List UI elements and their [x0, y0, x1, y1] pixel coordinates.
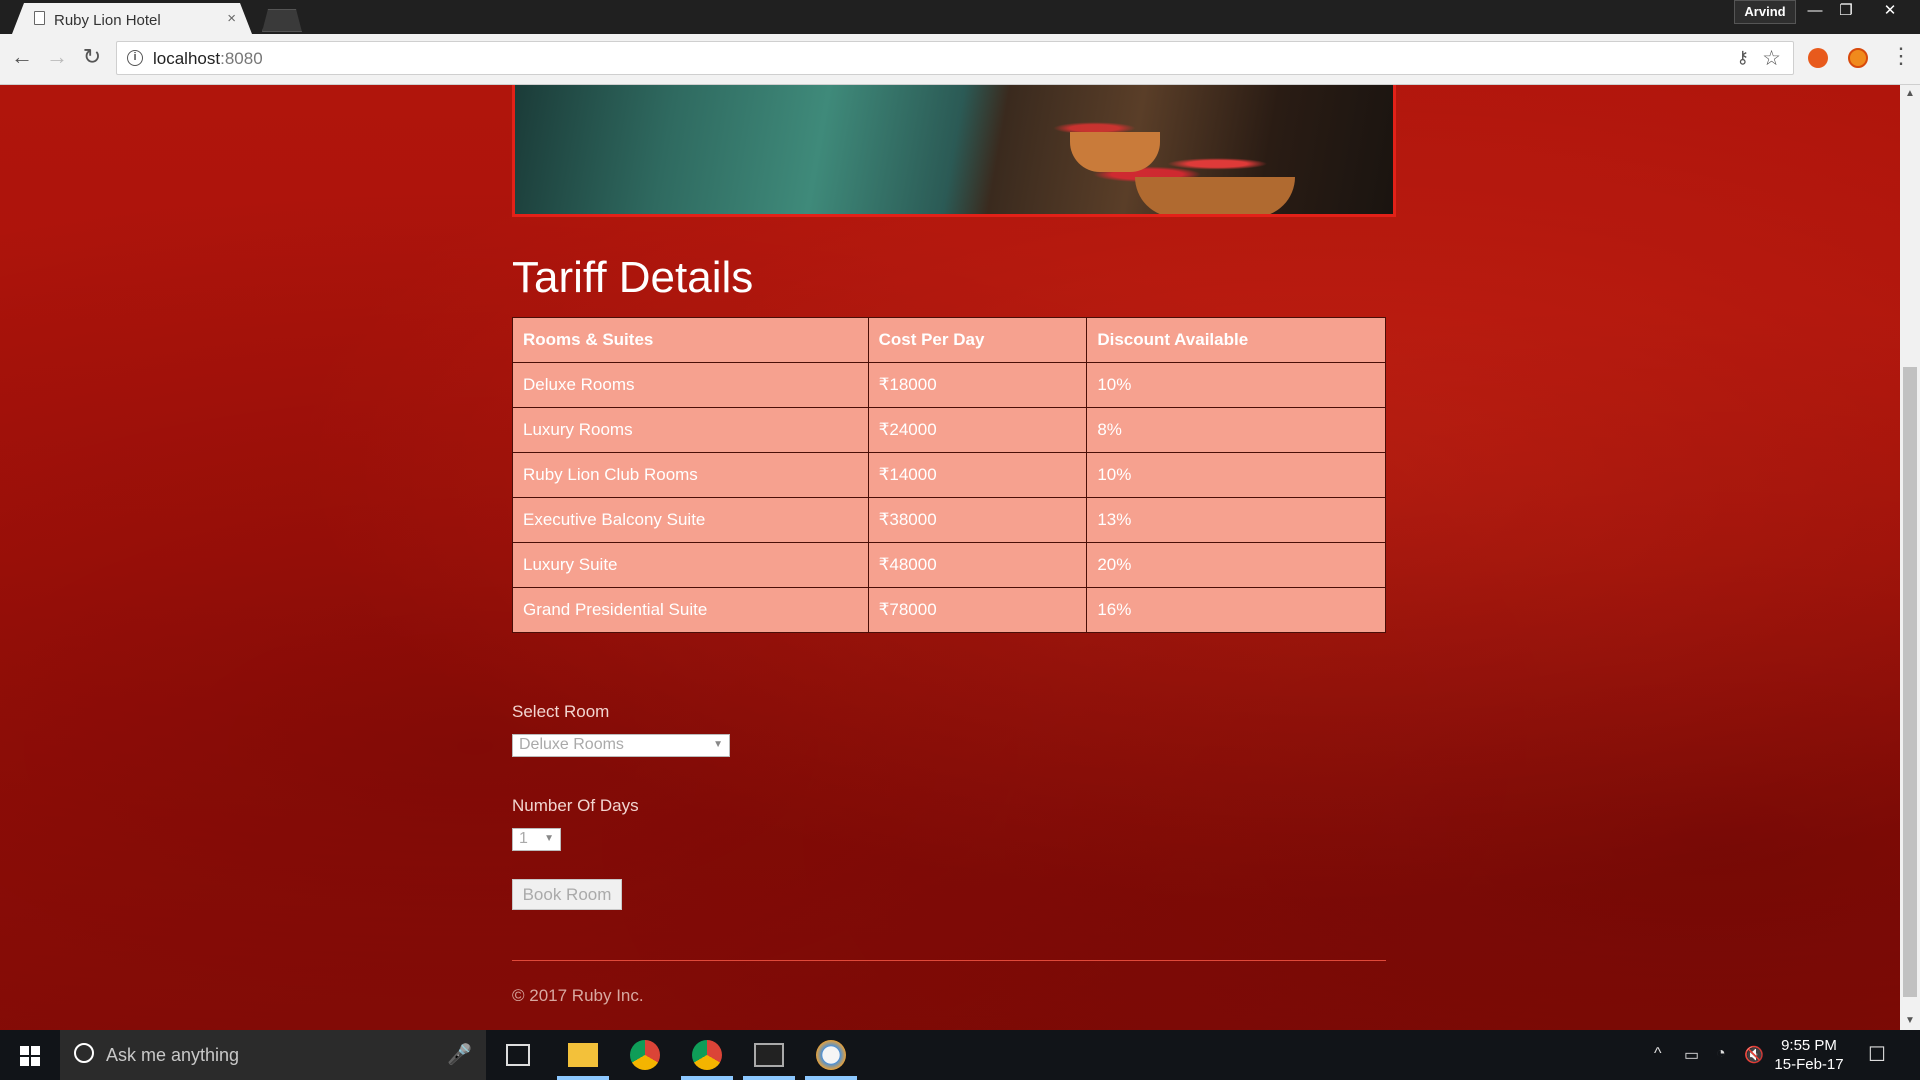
cost-cell: ₹48000 [867, 542, 1088, 588]
discount-cell: 16% [1086, 587, 1386, 633]
discount-cell: 20% [1086, 542, 1386, 588]
discount-cell: 8% [1086, 407, 1386, 453]
password-key-icon[interactable]: ⚷ [1737, 48, 1749, 68]
scroll-up-icon[interactable]: ▲ [1905, 88, 1915, 99]
bookmark-star-icon[interactable]: ☆ [1762, 46, 1781, 71]
discount-cell: 10% [1086, 362, 1386, 408]
page-icon [34, 11, 45, 25]
forward-arrow-icon[interactable]: → [45, 45, 69, 69]
terminal-icon[interactable] [754, 1043, 784, 1067]
column-header: Cost Per Day [867, 317, 1088, 363]
footer-copyright: © 2017 Ruby Inc. [512, 986, 644, 1005]
cost-cell: ₹78000 [867, 587, 1088, 633]
room-name-cell: Luxury Rooms [512, 407, 869, 453]
cost-cell: ₹38000 [867, 497, 1088, 543]
chrome-active-icon[interactable] [692, 1040, 722, 1070]
room-name-cell: Grand Presidential Suite [512, 587, 869, 633]
chrome-icon[interactable] [630, 1040, 660, 1070]
taskbar-clock[interactable]: 9:55 PM 15-Feb-17 [1768, 1036, 1850, 1074]
cost-cell: ₹18000 [867, 362, 1088, 408]
select-room-dropdown[interactable]: Deluxe Rooms ▼ [512, 734, 730, 757]
chevron-down-icon: ▼ [713, 739, 723, 750]
room-name-cell: Deluxe Rooms [512, 362, 869, 408]
file-explorer-icon[interactable] [568, 1043, 598, 1067]
firebase-extension-icon[interactable] [1848, 48, 1868, 68]
restore-icon[interactable]: ❐ [1826, 0, 1866, 22]
clock-date: 15-Feb-17 [1774, 1056, 1844, 1073]
select-room-label: Select Room [512, 702, 610, 721]
windows-taskbar: Ask me anything 🎤 ^ ▭ ◔ 🔇 9:55 PM 15-Feb… [0, 1030, 1920, 1080]
cortana-icon [74, 1043, 94, 1063]
back-arrow-icon[interactable]: ← [10, 45, 34, 69]
volume-muted-icon[interactable]: 🔇 [1744, 1045, 1764, 1065]
search-placeholder: Ask me anything [106, 1045, 240, 1065]
cost-cell: ₹24000 [867, 407, 1088, 453]
clock-time: 9:55 PM [1781, 1037, 1837, 1054]
cost-cell: ₹14000 [867, 452, 1088, 498]
table-row: Luxury Rooms ₹24000 8% [512, 407, 1386, 453]
battery-icon[interactable]: ▭ [1684, 1045, 1699, 1065]
column-header: Rooms & Suites [512, 317, 869, 363]
active-indicator [743, 1076, 795, 1080]
url-text[interactable]: localhost:8080 [153, 49, 263, 69]
table-row: Grand Presidential Suite ₹78000 16% [512, 587, 1386, 633]
room-name-cell: Executive Balcony Suite [512, 497, 869, 543]
days-label: Number Of Days [512, 796, 639, 815]
tab-close-icon[interactable]: × [227, 10, 236, 27]
active-indicator [557, 1076, 609, 1080]
extension-icon[interactable] [1808, 48, 1828, 68]
browser-toolbar: ← → ↻ i localhost:8080 ⚷ ☆ ⋮ [0, 34, 1920, 85]
table-header-row: Rooms & Suites Cost Per Day Discount Ava… [512, 317, 1386, 363]
hotel-pool-image [512, 85, 1396, 217]
room-name-cell: Ruby Lion Club Rooms [512, 452, 869, 498]
microphone-icon[interactable]: 🎤 [447, 1042, 472, 1067]
days-value: 1 [519, 830, 528, 847]
close-window-icon[interactable]: ✕ [1870, 0, 1910, 22]
browser-tab-bar: Ruby Lion Hotel × Arvind — ❐ ✕ [0, 0, 1920, 34]
scrollbar-thumb[interactable] [1903, 367, 1917, 997]
profile-button[interactable]: Arvind [1734, 0, 1796, 24]
tab-ruby-lion-hotel[interactable]: Ruby Lion Hotel × [12, 3, 252, 34]
days-dropdown[interactable]: 1 ▼ [512, 828, 561, 851]
tray-chevron-icon[interactable]: ^ [1654, 1045, 1662, 1063]
tab-title: Ruby Lion Hotel [54, 12, 161, 29]
book-room-button[interactable]: Book Room [512, 879, 622, 910]
scroll-down-icon[interactable]: ▼ [1905, 1015, 1915, 1026]
discount-cell: 10% [1086, 452, 1386, 498]
tariff-table: Rooms & Suites Cost Per Day Discount Ava… [512, 317, 1386, 633]
wifi-icon[interactable]: ◔ [1716, 1045, 1726, 1063]
table-row: Luxury Suite ₹48000 20% [512, 542, 1386, 588]
browser-menu-icon[interactable]: ⋮ [1890, 44, 1912, 68]
info-icon[interactable]: i [127, 50, 143, 66]
cortana-search-box[interactable]: Ask me anything 🎤 [60, 1030, 486, 1080]
select-room-value: Deluxe Rooms [519, 736, 624, 753]
planter-decoration [1135, 177, 1295, 214]
planter-decoration [1070, 132, 1160, 172]
page-title: Tariff Details [512, 253, 754, 302]
table-row: Deluxe Rooms ₹18000 10% [512, 362, 1386, 408]
notifications-icon[interactable]: ☐ [1868, 1042, 1886, 1067]
address-bar[interactable]: i localhost:8080 ⚷ ☆ [116, 41, 1794, 75]
url-port: :8080 [220, 49, 263, 68]
column-header: Discount Available [1086, 317, 1386, 363]
windows-start-icon[interactable] [20, 1046, 40, 1066]
room-name-cell: Luxury Suite [512, 542, 869, 588]
url-host: localhost [153, 49, 221, 68]
page-scrollbar[interactable]: ▲ ▼ [1900, 85, 1920, 1030]
active-indicator [681, 1076, 733, 1080]
discount-cell: 13% [1086, 497, 1386, 543]
table-row: Executive Balcony Suite ₹38000 13% [512, 497, 1386, 543]
paint-icon[interactable] [816, 1040, 846, 1070]
page-viewport: Tariff Details Rooms & Suites Cost Per D… [0, 85, 1900, 1030]
reload-icon[interactable]: ↻ [80, 45, 104, 69]
table-row: Ruby Lion Club Rooms ₹14000 10% [512, 452, 1386, 498]
new-tab-button[interactable] [262, 9, 302, 32]
task-view-icon[interactable] [506, 1044, 530, 1066]
footer-divider [512, 960, 1386, 961]
chevron-down-icon: ▼ [544, 833, 554, 844]
active-indicator [805, 1076, 857, 1080]
